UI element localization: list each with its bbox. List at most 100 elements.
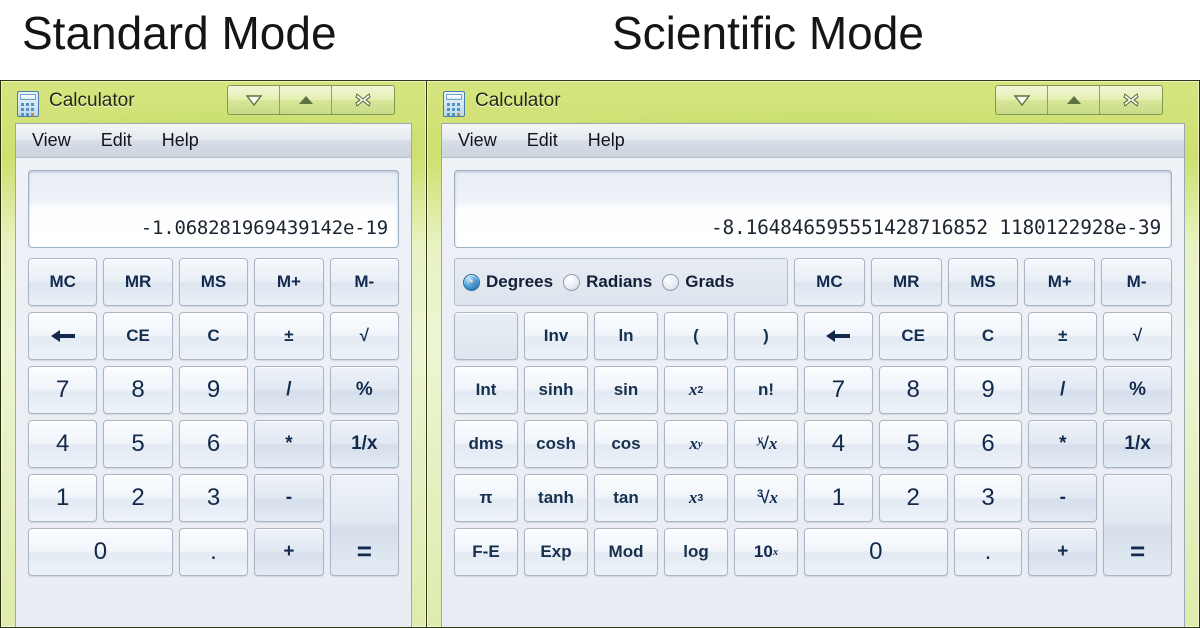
window-title: Calculator xyxy=(475,90,561,111)
title-bar-scientific[interactable]: Calculator xyxy=(427,81,1199,123)
key-8[interactable]: 8 xyxy=(878,366,948,414)
key-mr[interactable]: MR xyxy=(103,258,173,306)
close-button[interactable] xyxy=(332,86,394,114)
key-1-x[interactable]: 1/x xyxy=(1103,420,1172,468)
key-int[interactable]: Int xyxy=(454,366,518,414)
key-0[interactable]: 0 xyxy=(28,528,173,576)
key-f-e[interactable]: F-E xyxy=(454,528,518,576)
key-1-x[interactable]: 1/x xyxy=(329,420,399,468)
key-ms[interactable]: MS xyxy=(178,258,249,306)
key-mr[interactable]: MR xyxy=(870,258,942,306)
key-mod[interactable]: Mod xyxy=(594,528,658,576)
key-cos[interactable]: cos xyxy=(594,420,658,468)
key-[interactable]: π xyxy=(454,474,518,522)
key-equals[interactable]: = xyxy=(1103,474,1172,576)
radio-radians[interactable]: Radians xyxy=(563,272,652,292)
key-7[interactable]: 7 xyxy=(804,366,873,414)
key-4[interactable]: 4 xyxy=(804,420,873,468)
radio-degrees[interactable]: Degrees xyxy=(463,272,553,292)
title-bar-standard[interactable]: Calculator xyxy=(1,81,426,123)
key-sinh[interactable]: sinh xyxy=(524,366,588,414)
key-x-to-the-y[interactable]: xy xyxy=(664,420,728,468)
key-subtract[interactable]: - xyxy=(254,474,324,522)
key-3[interactable]: 3 xyxy=(953,474,1023,522)
key-decimal-point[interactable]: . xyxy=(953,528,1023,576)
key-equals[interactable]: = xyxy=(329,474,399,576)
key-x-squared[interactable]: x2 xyxy=(664,366,728,414)
key-[interactable]: % xyxy=(329,366,399,414)
key-add[interactable]: + xyxy=(1028,528,1098,576)
key-x-cubed[interactable]: x3 xyxy=(664,474,728,522)
key-[interactable]: √ xyxy=(1103,312,1172,360)
key-5[interactable]: 5 xyxy=(103,420,173,468)
minimize-button[interactable] xyxy=(996,86,1048,114)
key-mc[interactable]: MC xyxy=(794,258,865,306)
key-multiply[interactable]: * xyxy=(1028,420,1098,468)
key-9[interactable]: 9 xyxy=(178,366,249,414)
key-divide[interactable]: / xyxy=(1028,366,1098,414)
key-dms[interactable]: dms xyxy=(454,420,518,468)
key-multiply[interactable]: * xyxy=(254,420,324,468)
menu-item-help[interactable]: Help xyxy=(584,128,629,153)
maximize-button[interactable] xyxy=(1048,86,1100,114)
key-ms[interactable]: MS xyxy=(947,258,1019,306)
key-decimal-point[interactable]: . xyxy=(178,528,249,576)
key-cosh[interactable]: cosh xyxy=(524,420,588,468)
key-c[interactable]: C xyxy=(953,312,1023,360)
key-2[interactable]: 2 xyxy=(878,474,948,522)
key-mc[interactable]: MC xyxy=(28,258,98,306)
key-[interactable]: ( xyxy=(664,312,728,360)
key-c[interactable]: C xyxy=(178,312,249,360)
key-[interactable]: ± xyxy=(1028,312,1098,360)
key-backspace[interactable] xyxy=(804,312,873,360)
key-n[interactable]: n! xyxy=(734,366,798,414)
key-1[interactable]: 1 xyxy=(28,474,98,522)
key-inv[interactable]: Inv xyxy=(524,312,588,360)
key-4[interactable]: 4 xyxy=(28,420,98,468)
key-cube-root-of-x[interactable]: 3 √ x xyxy=(734,474,798,522)
key-ten-to-the-x[interactable]: 10 x xyxy=(734,528,798,576)
key-divide[interactable]: / xyxy=(254,366,324,414)
key-6[interactable]: 6 xyxy=(953,420,1023,468)
close-button[interactable] xyxy=(1100,86,1162,114)
key-2[interactable]: 2 xyxy=(103,474,173,522)
maximize-button[interactable] xyxy=(280,86,332,114)
key-0[interactable]: 0 xyxy=(804,528,948,576)
key-3[interactable]: 3 xyxy=(178,474,249,522)
key-6[interactable]: 6 xyxy=(178,420,249,468)
menu-item-edit[interactable]: Edit xyxy=(523,128,562,153)
key-5[interactable]: 5 xyxy=(878,420,948,468)
menu-item-edit[interactable]: Edit xyxy=(97,128,136,153)
key-tan[interactable]: tan xyxy=(594,474,658,522)
key-1[interactable]: 1 xyxy=(804,474,873,522)
calculator-body-scientific: -8.164846595551428716852 1180122928e-39 … xyxy=(442,158,1184,627)
key-[interactable]: % xyxy=(1103,366,1172,414)
key-tanh[interactable]: tanh xyxy=(524,474,588,522)
key-backspace[interactable] xyxy=(28,312,98,360)
key-exp[interactable]: Exp xyxy=(524,528,588,576)
menu-item-help[interactable]: Help xyxy=(158,128,203,153)
menu-item-view[interactable]: View xyxy=(28,128,75,153)
key-m[interactable]: M+ xyxy=(1024,258,1096,306)
key-9[interactable]: 9 xyxy=(953,366,1023,414)
key-7[interactable]: 7 xyxy=(28,366,98,414)
key-ln[interactable]: ln xyxy=(594,312,658,360)
key-8[interactable]: 8 xyxy=(103,366,173,414)
key-add[interactable]: + xyxy=(254,528,324,576)
key-ce[interactable]: CE xyxy=(878,312,948,360)
key-[interactable]: √ xyxy=(329,312,399,360)
key-y-th-root-of-x[interactable]: y √ x xyxy=(734,420,798,468)
key-m[interactable]: M- xyxy=(1101,258,1172,306)
radio-grads[interactable]: Grads xyxy=(662,272,734,292)
radio-dot-icon xyxy=(563,273,581,291)
key-m[interactable]: M- xyxy=(329,258,399,306)
key-subtract[interactable]: - xyxy=(1028,474,1098,522)
menu-item-view[interactable]: View xyxy=(454,128,501,153)
key-sin[interactable]: sin xyxy=(594,366,658,414)
key-[interactable]: ) xyxy=(734,312,798,360)
key-ce[interactable]: CE xyxy=(103,312,173,360)
key-m[interactable]: M+ xyxy=(254,258,324,306)
key-log[interactable]: log xyxy=(664,528,728,576)
minimize-button[interactable] xyxy=(228,86,280,114)
key-[interactable]: ± xyxy=(254,312,324,360)
